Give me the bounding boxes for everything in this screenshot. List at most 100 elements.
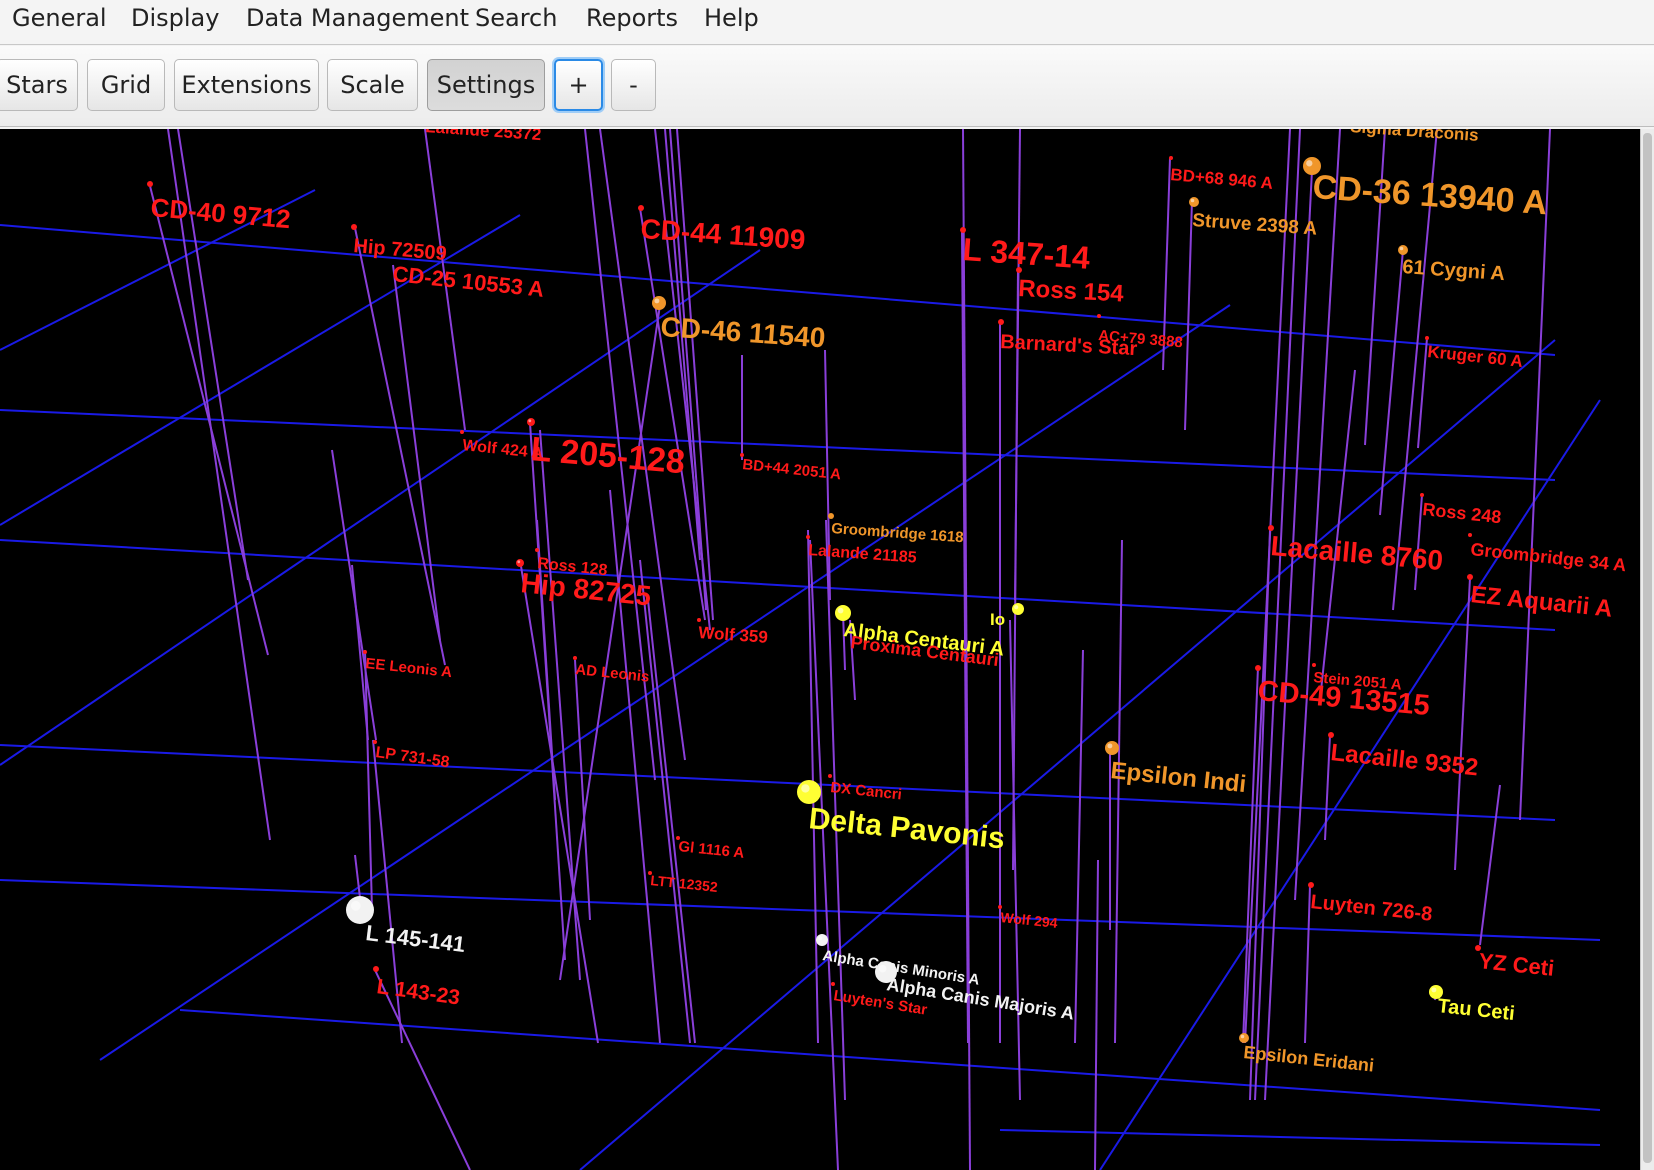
star-label-tau-ceti[interactable]: Tau Ceti bbox=[1436, 995, 1515, 1025]
stars-button[interactable]: Stars bbox=[0, 59, 78, 111]
star-stalk bbox=[354, 227, 446, 666]
star-label-hip-72509[interactable]: Hip 72509 bbox=[353, 235, 448, 265]
star-marker-ross-154[interactable] bbox=[1016, 267, 1022, 273]
menu-help[interactable]: Help bbox=[704, 0, 759, 36]
star-marker-struve-2398-a[interactable] bbox=[1189, 197, 1199, 207]
star-marker-kruger-60-a[interactable] bbox=[1425, 336, 1429, 340]
star-marker-alpha-canis-minoris-a[interactable] bbox=[816, 934, 828, 946]
star-highlight bbox=[1306, 160, 1313, 167]
star-marker-bd-68-946-a[interactable] bbox=[1169, 156, 1173, 160]
star-marker-ad-leonis[interactable] bbox=[573, 656, 577, 660]
star-label-wolf-359[interactable]: Wolf 359 bbox=[698, 623, 769, 647]
star-label-gl-1116-a[interactable]: Gl 1116 A bbox=[678, 838, 746, 862]
menu-reports[interactable]: Reports bbox=[586, 0, 678, 36]
star-label-groombridge-1618[interactable]: Groombridge 1618 bbox=[831, 520, 964, 546]
star-marker-cd-49-13515[interactable] bbox=[1255, 665, 1261, 671]
scrollbar-thumb[interactable] bbox=[1643, 133, 1652, 1163]
extensions-button[interactable]: Extensions bbox=[174, 59, 319, 111]
star-marker-cd-44-11909[interactable] bbox=[638, 205, 644, 211]
star-marker-61-cygni-a[interactable] bbox=[1398, 245, 1408, 255]
menu-search[interactable]: Search bbox=[475, 0, 557, 36]
star-label-ltt-12352[interactable]: LTT 12352 bbox=[650, 872, 719, 895]
star-label-ez-aquarii-a[interactable]: EZ Aquarii A bbox=[1469, 581, 1613, 623]
star-label-l-145-141[interactable]: L 145-141 bbox=[364, 920, 466, 957]
star-marker-luyten-s-star[interactable] bbox=[831, 982, 835, 986]
menu-general[interactable]: General bbox=[12, 0, 107, 36]
star-label-luyten-726-8[interactable]: Luyten 726-8 bbox=[1309, 891, 1433, 926]
star-marker-luyten-726-8[interactable] bbox=[1308, 882, 1314, 888]
star-marker-dx-cancri[interactable] bbox=[828, 774, 832, 778]
star-label-cd-40-9712[interactable]: CD-40 9712 bbox=[149, 192, 291, 234]
star-marker-ac-79-3888[interactable] bbox=[1097, 314, 1101, 318]
star-map-3d[interactable]: Lalande 25372 CD-40 9712 Hip 72509CD-25 10… bbox=[0, 129, 1640, 1170]
star-marker-ee-leonis-a[interactable] bbox=[363, 650, 367, 654]
star-label-l-205-128[interactable]: L 205-128 bbox=[529, 430, 686, 481]
star-marker-io[interactable] bbox=[1012, 603, 1024, 615]
star-label-lp-731-58[interactable]: LP 731-58 bbox=[374, 744, 450, 771]
star-label-cd-44-11909[interactable]: CD-44 11909 bbox=[640, 213, 807, 255]
star-label-kruger-60-a[interactable]: Kruger 60 A bbox=[1427, 342, 1524, 371]
star-label-cd-36-13940-a[interactable]: CD-36 13940 A bbox=[1311, 168, 1548, 222]
star-marker-delta-pavonis[interactable] bbox=[797, 780, 821, 804]
zoom-out-button[interactable]: - bbox=[611, 59, 656, 111]
star-label-l-347-14[interactable]: L 347-14 bbox=[962, 231, 1092, 276]
star-highlight bbox=[801, 784, 810, 793]
star-marker-l-205-128[interactable] bbox=[527, 418, 535, 426]
star-label-ad-leonis[interactable]: AD Leonis bbox=[575, 661, 651, 686]
star-label-ross-154[interactable]: Ross 154 bbox=[1018, 275, 1125, 308]
grid-line bbox=[99, 304, 1231, 1061]
star-highlight bbox=[1190, 198, 1195, 203]
star-marker-groombridge-1618[interactable] bbox=[828, 513, 834, 519]
star-label-struve-2398-a[interactable]: Struve 2398 A bbox=[1192, 210, 1318, 240]
grid-line bbox=[999, 1129, 1601, 1146]
star-stalk bbox=[1094, 859, 1099, 1170]
star-label-ross-248[interactable]: Ross 248 bbox=[1422, 499, 1503, 527]
star-label-cd-46-11540[interactable]: CD-46 11540 bbox=[660, 311, 827, 353]
zoom-in-button[interactable]: + bbox=[554, 59, 603, 111]
star-label-lalande-25372[interactable]: Lalande 25372 bbox=[425, 129, 542, 144]
star-marker-lacaille-9352[interactable] bbox=[1328, 732, 1334, 738]
star-label-ee-leonis-a[interactable]: EE Leonis A bbox=[365, 655, 453, 681]
star-label-yz-ceti[interactable]: YZ Ceti bbox=[1477, 948, 1555, 981]
star-label-epsilon-eridani[interactable]: Epsilon Eridani bbox=[1243, 1042, 1375, 1076]
vertical-scrollbar[interactable] bbox=[1640, 129, 1654, 1170]
grid-button[interactable]: Grid bbox=[87, 59, 165, 111]
star-marker-barnard-s-star[interactable] bbox=[998, 319, 1004, 325]
settings-button[interactable]: Settings bbox=[427, 59, 545, 111]
star-marker-lalande-21185[interactable] bbox=[806, 535, 810, 539]
star-label-bd-68-946-a[interactable]: BD+68 946 A bbox=[1170, 165, 1274, 193]
star-marker-ez-aquarii-a[interactable] bbox=[1467, 574, 1473, 580]
star-label-epsilon-indi[interactable]: Epsilon Indi bbox=[1109, 757, 1247, 798]
star-map-viewport[interactable]: Lalande 25372 CD-40 9712 Hip 72509 CD-25 10… bbox=[0, 129, 1640, 1170]
star-label-sigma-draconis[interactable]: Sigma Draconis bbox=[1350, 129, 1480, 145]
star-stalk bbox=[1519, 129, 1551, 821]
star-label-cd-25-10553-a[interactable]: CD-25 10553 A bbox=[391, 261, 545, 302]
menu-data-management[interactable]: Data Management bbox=[246, 0, 469, 36]
star-label-61-cygni-a[interactable]: 61 Cygni A bbox=[1402, 256, 1506, 285]
star-marker-ross-128[interactable] bbox=[535, 548, 539, 552]
star-label-lalande-21185[interactable]: Lalande 21185 bbox=[808, 542, 918, 567]
star-label-wolf-294[interactable]: Wolf 294 bbox=[1000, 909, 1059, 931]
star-marker-ross-248[interactable] bbox=[1420, 493, 1424, 497]
star-marker-hip-82725[interactable] bbox=[516, 559, 524, 567]
grid-line bbox=[0, 744, 1556, 821]
star-highlight bbox=[528, 419, 532, 423]
star-label-cd-49-13515[interactable]: CD-49 13515 bbox=[1256, 675, 1431, 722]
star-marker-stein-2051-a[interactable] bbox=[1312, 663, 1316, 667]
star-label-dx-cancri[interactable]: DX Cancri bbox=[830, 779, 903, 803]
menu-display[interactable]: Display bbox=[131, 0, 219, 36]
star-highlight bbox=[1399, 246, 1404, 251]
star-label-io[interactable]: Io bbox=[990, 610, 1005, 629]
star-label-l-143-23[interactable]: L 143-23 bbox=[375, 975, 461, 1009]
star-marker-groombridge-34-a[interactable] bbox=[1468, 533, 1472, 537]
star-label-lacaille-9352[interactable]: Lacaille 9352 bbox=[1329, 739, 1479, 781]
star-marker-wolf-359[interactable] bbox=[697, 618, 701, 622]
star-marker-hip-72509[interactable] bbox=[351, 224, 357, 230]
star-marker-cd-46-11540[interactable] bbox=[652, 296, 666, 310]
star-label-groombridge-34-a[interactable]: Groombridge 34 A bbox=[1470, 539, 1628, 575]
star-marker-epsilon-indi[interactable] bbox=[1105, 741, 1119, 755]
scale-button[interactable]: Scale bbox=[327, 59, 418, 111]
star-marker-wolf-424-a[interactable] bbox=[460, 430, 464, 434]
star-marker-cd-40-9712[interactable] bbox=[147, 181, 153, 187]
star-marker-l-143-23[interactable] bbox=[373, 966, 379, 972]
